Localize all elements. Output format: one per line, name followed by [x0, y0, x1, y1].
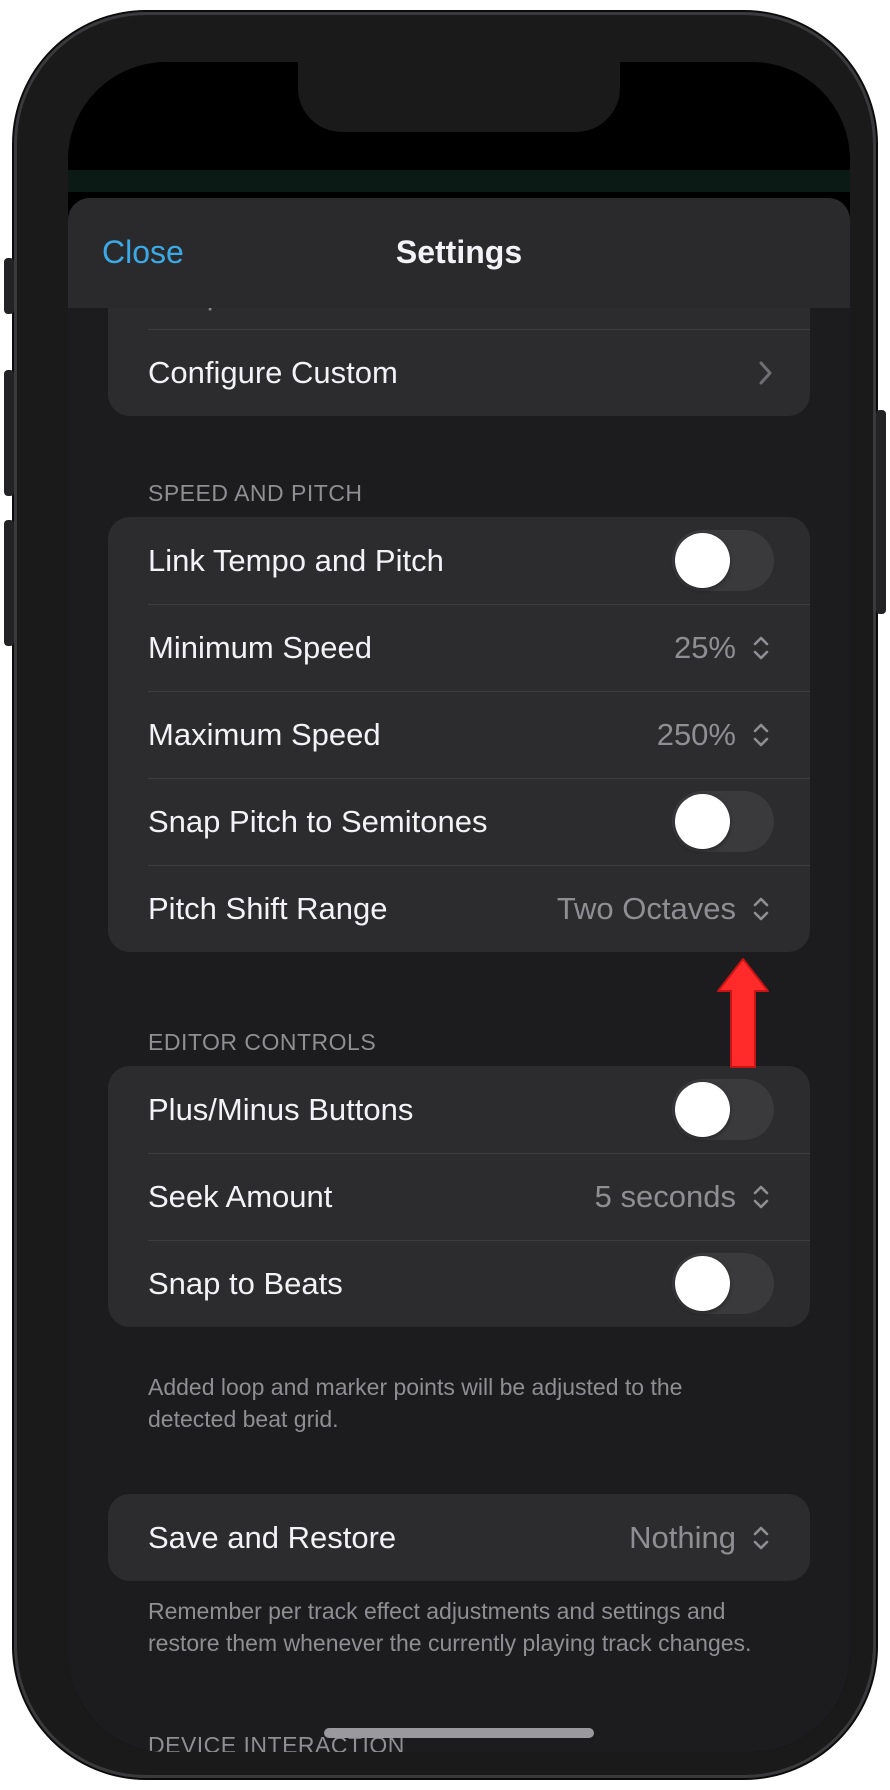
chevron-up-down-icon	[753, 1526, 769, 1550]
maximum-speed-row[interactable]: Maximum Speed 250%	[108, 691, 810, 778]
toggle-knob	[675, 533, 730, 588]
background-app	[68, 170, 850, 192]
row-label: Snap Pitch to Semitones	[148, 804, 488, 839]
configure-custom-row[interactable]: Configure Custom	[108, 329, 810, 416]
editor-controls-group: Plus/Minus Buttons Seek Amount 5 seconds…	[108, 1066, 810, 1327]
plus-minus-buttons-toggle[interactable]	[672, 1079, 774, 1140]
chevron-up-down-icon	[753, 636, 769, 660]
red-up-arrow	[717, 958, 769, 1068]
snap-to-beats-row: Snap to Beats	[108, 1240, 810, 1327]
toggle-knob	[675, 1082, 730, 1137]
save-restore-row[interactable]: Save and Restore Nothing	[108, 1494, 810, 1581]
toggle-knob	[675, 1256, 730, 1311]
link-tempo-pitch-row: Link Tempo and Pitch	[108, 517, 810, 604]
snap-to-beats-footer: Added loop and marker points will be adj…	[148, 1374, 683, 1432]
phone-screen: Close Settings Tempo, Pitch, Mono, Balan…	[68, 62, 850, 1752]
plus-minus-buttons-row: Plus/Minus Buttons	[108, 1066, 810, 1153]
section-header-editor-controls: EDITOR CONTROLS	[148, 1029, 377, 1055]
snap-to-beats-toggle[interactable]	[672, 1253, 774, 1314]
minimum-speed-row[interactable]: Minimum Speed 25%	[108, 604, 810, 691]
chevron-right-icon	[759, 361, 772, 385]
section-header-speed-pitch: SPEED AND PITCH	[148, 480, 363, 506]
pitch-shift-range-row[interactable]: Pitch Shift Range Two Octaves	[108, 865, 810, 952]
save-restore-value: Nothing	[629, 1520, 736, 1555]
power-button	[876, 410, 886, 614]
row-label: Save and Restore	[148, 1520, 397, 1555]
row-label: Link Tempo and Pitch	[148, 543, 444, 578]
row-label: Maximum Speed	[148, 717, 381, 752]
silent-switch	[4, 258, 14, 314]
volume-down-button	[4, 520, 14, 646]
chevron-up-down-icon	[753, 1185, 769, 1209]
speed-pitch-group: Link Tempo and Pitch Minimum Speed 25% M…	[108, 517, 810, 952]
row-label: Minimum Speed	[148, 630, 372, 665]
toggle-knob	[675, 794, 730, 849]
link-tempo-pitch-toggle[interactable]	[672, 530, 774, 591]
save-restore-footer: Remember per track effect adjustments an…	[148, 1598, 752, 1656]
navigation-bar: Close Settings	[68, 198, 850, 308]
seek-amount-row[interactable]: Seek Amount 5 seconds	[108, 1153, 810, 1240]
row-label: Pitch Shift Range	[148, 891, 388, 926]
row-label: Seek Amount	[148, 1179, 333, 1214]
volume-up-button	[4, 370, 14, 496]
seek-amount-value: 5 seconds	[594, 1179, 736, 1214]
home-indicator	[324, 1728, 594, 1738]
notch	[298, 62, 620, 132]
chevron-up-down-icon	[753, 723, 769, 747]
row-label: Plus/Minus Buttons	[148, 1092, 414, 1127]
chevron-up-down-icon	[753, 897, 769, 921]
snap-pitch-row: Snap Pitch to Semitones	[108, 778, 810, 865]
pitch-shift-range-value: Two Octaves	[556, 891, 736, 926]
row-label: Snap to Beats	[148, 1266, 343, 1301]
phone-frame: Close Settings Tempo, Pitch, Mono, Balan…	[4, 12, 886, 1778]
minimum-speed-value: 25%	[673, 630, 736, 665]
save-restore-group: Save and Restore Nothing	[108, 1494, 810, 1581]
snap-pitch-toggle[interactable]	[672, 791, 774, 852]
configure-custom-label: Configure Custom	[148, 355, 398, 390]
maximum-speed-value: 250%	[656, 717, 736, 752]
page-title: Settings	[395, 234, 523, 270]
